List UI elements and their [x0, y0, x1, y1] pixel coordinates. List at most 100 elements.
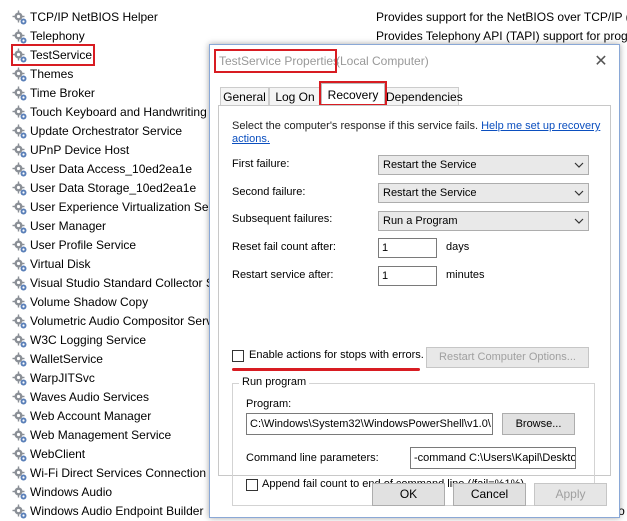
subsequent-failures-value: Run a Program [383, 215, 458, 227]
apply-button[interactable]: Apply [534, 483, 607, 506]
service-name: Time Broker [30, 86, 95, 100]
service-name: Windows Audio [30, 485, 113, 499]
service-name: TCP/IP NetBIOS Helper [30, 10, 158, 24]
service-gear-icon [12, 276, 28, 292]
service-properties-dialog: TestService Properties (Local Computer) … [209, 44, 620, 518]
service-gear-icon [12, 504, 28, 520]
service-name: Waves Audio Services [30, 390, 149, 404]
tab-general[interactable]: General [220, 87, 269, 105]
service-name: WalletService [30, 352, 103, 366]
service-name: WebClient [30, 447, 86, 461]
recovery-panel: Select the computer's response if this s… [218, 105, 611, 506]
service-name: User Data Storage_10ed2ea1e [30, 181, 197, 195]
enable-actions-underline [232, 368, 420, 371]
service-gear-icon [12, 485, 28, 501]
service-gear-icon [12, 295, 28, 311]
restart-service-label: Restart service after: [232, 269, 334, 281]
testservice-highlight [11, 44, 95, 66]
dialog-titlebar: TestService Properties (Local Computer) … [210, 45, 619, 79]
subsequent-failures-label: Subsequent failures: [232, 213, 333, 225]
recovery-intro: Select the computer's response if this s… [232, 120, 602, 146]
service-name: Update Orchestrator Service [30, 124, 183, 138]
service-gear-icon [12, 219, 28, 235]
service-gear-icon [12, 466, 28, 482]
service-name: Touch Keyboard and Handwriting [30, 105, 207, 119]
service-gear-icon [12, 352, 28, 368]
append-fail-count-checkbox[interactable] [246, 479, 258, 491]
enable-actions-label: Enable actions for stops with errors. [249, 349, 424, 361]
first-failure-value: Restart the Service [383, 159, 477, 171]
intro-text: Select the computer's response if this s… [232, 120, 479, 132]
service-name: Web Management Service [30, 428, 172, 442]
cancel-button[interactable]: Cancel [453, 483, 526, 506]
service-gear-icon [12, 238, 28, 254]
dialog-title-suffix: (Local Computer) [336, 54, 429, 68]
service-description: Provides support for the NetBIOS over TC… [376, 10, 627, 24]
second-failure-value: Restart the Service [383, 187, 477, 199]
service-gear-icon [12, 428, 28, 444]
subsequent-failures-select[interactable]: Run a Program [378, 211, 589, 231]
service-name: User Data Access_10ed2ea1e [30, 162, 193, 176]
service-name: User Profile Service [30, 238, 137, 252]
service-gear-icon [12, 105, 28, 121]
service-gear-icon [12, 124, 28, 140]
service-gear-icon [12, 257, 28, 273]
service-gear-icon [12, 29, 28, 45]
service-gear-icon [12, 447, 28, 463]
chevron-down-icon [574, 162, 584, 168]
cmd-params-label: Command line parameters: [246, 452, 379, 464]
service-name: UPnP Device Host [30, 143, 130, 157]
second-failure-select[interactable]: Restart the Service [378, 183, 589, 203]
chevron-down-icon [574, 218, 584, 224]
run-program-group-label: Run program [239, 376, 310, 388]
service-name: Virtual Disk [30, 257, 91, 271]
service-gear-icon [12, 181, 28, 197]
service-name: Web Account Manager [30, 409, 152, 423]
program-input[interactable]: C:\Windows\System32\WindowsPowerShell\v1… [246, 413, 493, 435]
service-name: Volume Shadow Copy [30, 295, 149, 309]
service-name: Volumetric Audio Compositor Serv [30, 314, 213, 328]
tab-log-on[interactable]: Log On [269, 87, 321, 105]
ok-button[interactable]: OK [372, 483, 445, 506]
service-row[interactable]: TCP/IP NetBIOS Helper Provides support fo… [0, 8, 627, 27]
service-name: W3C Logging Service [30, 333, 147, 347]
close-icon[interactable]: ✕ [590, 51, 612, 73]
first-failure-select[interactable]: Restart the Service [378, 155, 589, 175]
service-gear-icon [12, 10, 28, 26]
service-gear-icon [12, 371, 28, 387]
reset-unit: days [446, 241, 470, 253]
service-gear-icon [12, 200, 28, 216]
service-name: User Manager [30, 219, 107, 233]
restart-service-input[interactable]: 1 [378, 266, 437, 286]
program-label: Program: [246, 398, 292, 410]
service-gear-icon [12, 409, 28, 425]
service-name: Visual Studio Standard Collector Se [30, 276, 221, 290]
tab-dependencies[interactable]: Dependencies [385, 87, 463, 105]
service-name: Themes [30, 67, 74, 81]
service-gear-icon [12, 390, 28, 406]
recovery-tab-highlight [319, 81, 387, 106]
restart-computer-options-button[interactable]: Restart Computer Options... [426, 347, 589, 368]
service-gear-icon [12, 333, 28, 349]
service-name: WarpJITSvc [30, 371, 95, 385]
title-highlight [214, 49, 337, 73]
browse-button[interactable]: Browse... [502, 413, 575, 435]
service-gear-icon [12, 314, 28, 330]
service-gear-icon [12, 143, 28, 159]
first-failure-label: First failure: [232, 158, 290, 170]
second-failure-label: Second failure: [232, 186, 306, 198]
service-name: Windows Audio Endpoint Builder [30, 504, 204, 518]
service-name: Telephony [30, 29, 85, 43]
cmd-params-input[interactable]: -command C:\Users\Kapil\Desktop [410, 447, 576, 469]
reset-fail-count-label: Reset fail count after: [232, 241, 336, 253]
chevron-down-icon [574, 190, 584, 196]
enable-actions-checkbox[interactable] [232, 350, 244, 362]
service-gear-icon [12, 67, 28, 83]
restart-unit: minutes [446, 269, 485, 281]
service-name: User Experience Virtualization Serv [30, 200, 219, 214]
reset-fail-count-input[interactable]: 1 [378, 238, 437, 258]
tab-strip: General Log On Recovery Dependencies [218, 81, 612, 106]
screen: TCP/IP NetBIOS Helper Provides support fo… [0, 0, 627, 521]
service-description: Provides Telephony API (TAPI) support fo… [376, 29, 627, 43]
service-name: Wi-Fi Direct Services Connection M [30, 466, 220, 480]
